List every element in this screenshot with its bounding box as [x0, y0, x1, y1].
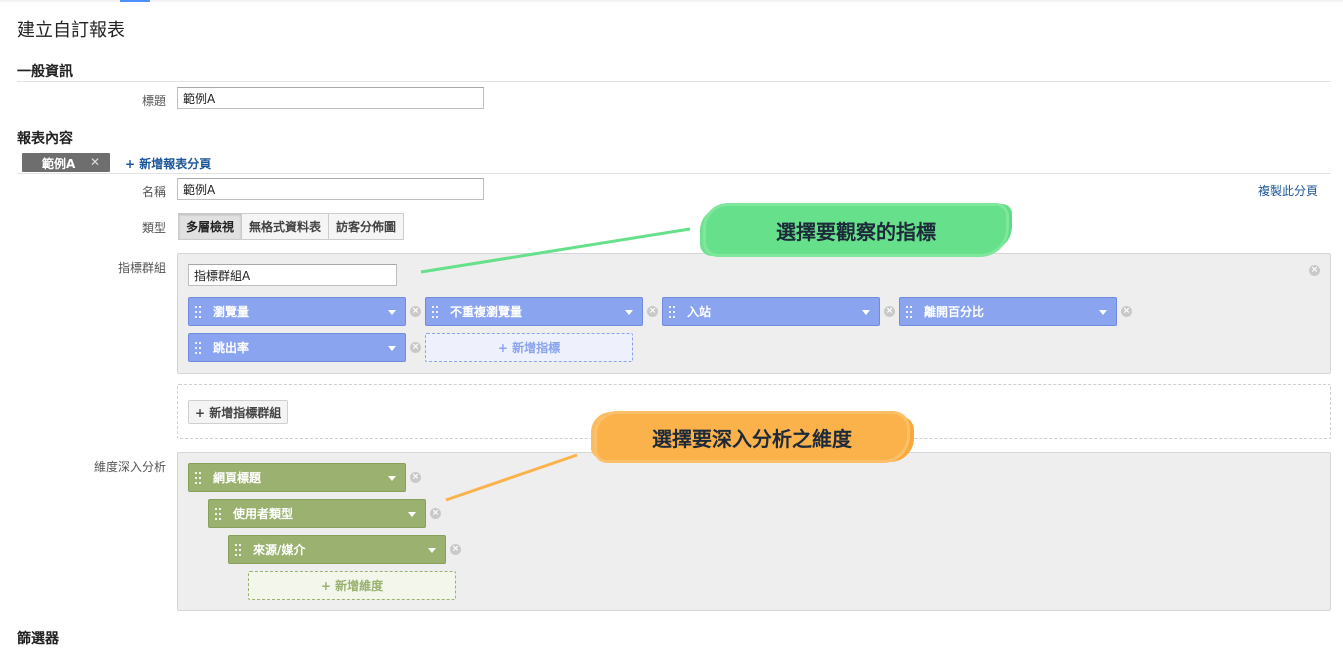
callout-lines	[420, 227, 691, 502]
metrics-callout-line	[420, 227, 691, 274]
dimensions-callout-line	[445, 453, 578, 502]
filters-section-title: 篩選器	[17, 631, 59, 647]
metrics-callout: 選擇要觀察的指標	[706, 206, 1006, 254]
dimensions-callout: 選擇要深入分析之維度	[597, 414, 907, 460]
